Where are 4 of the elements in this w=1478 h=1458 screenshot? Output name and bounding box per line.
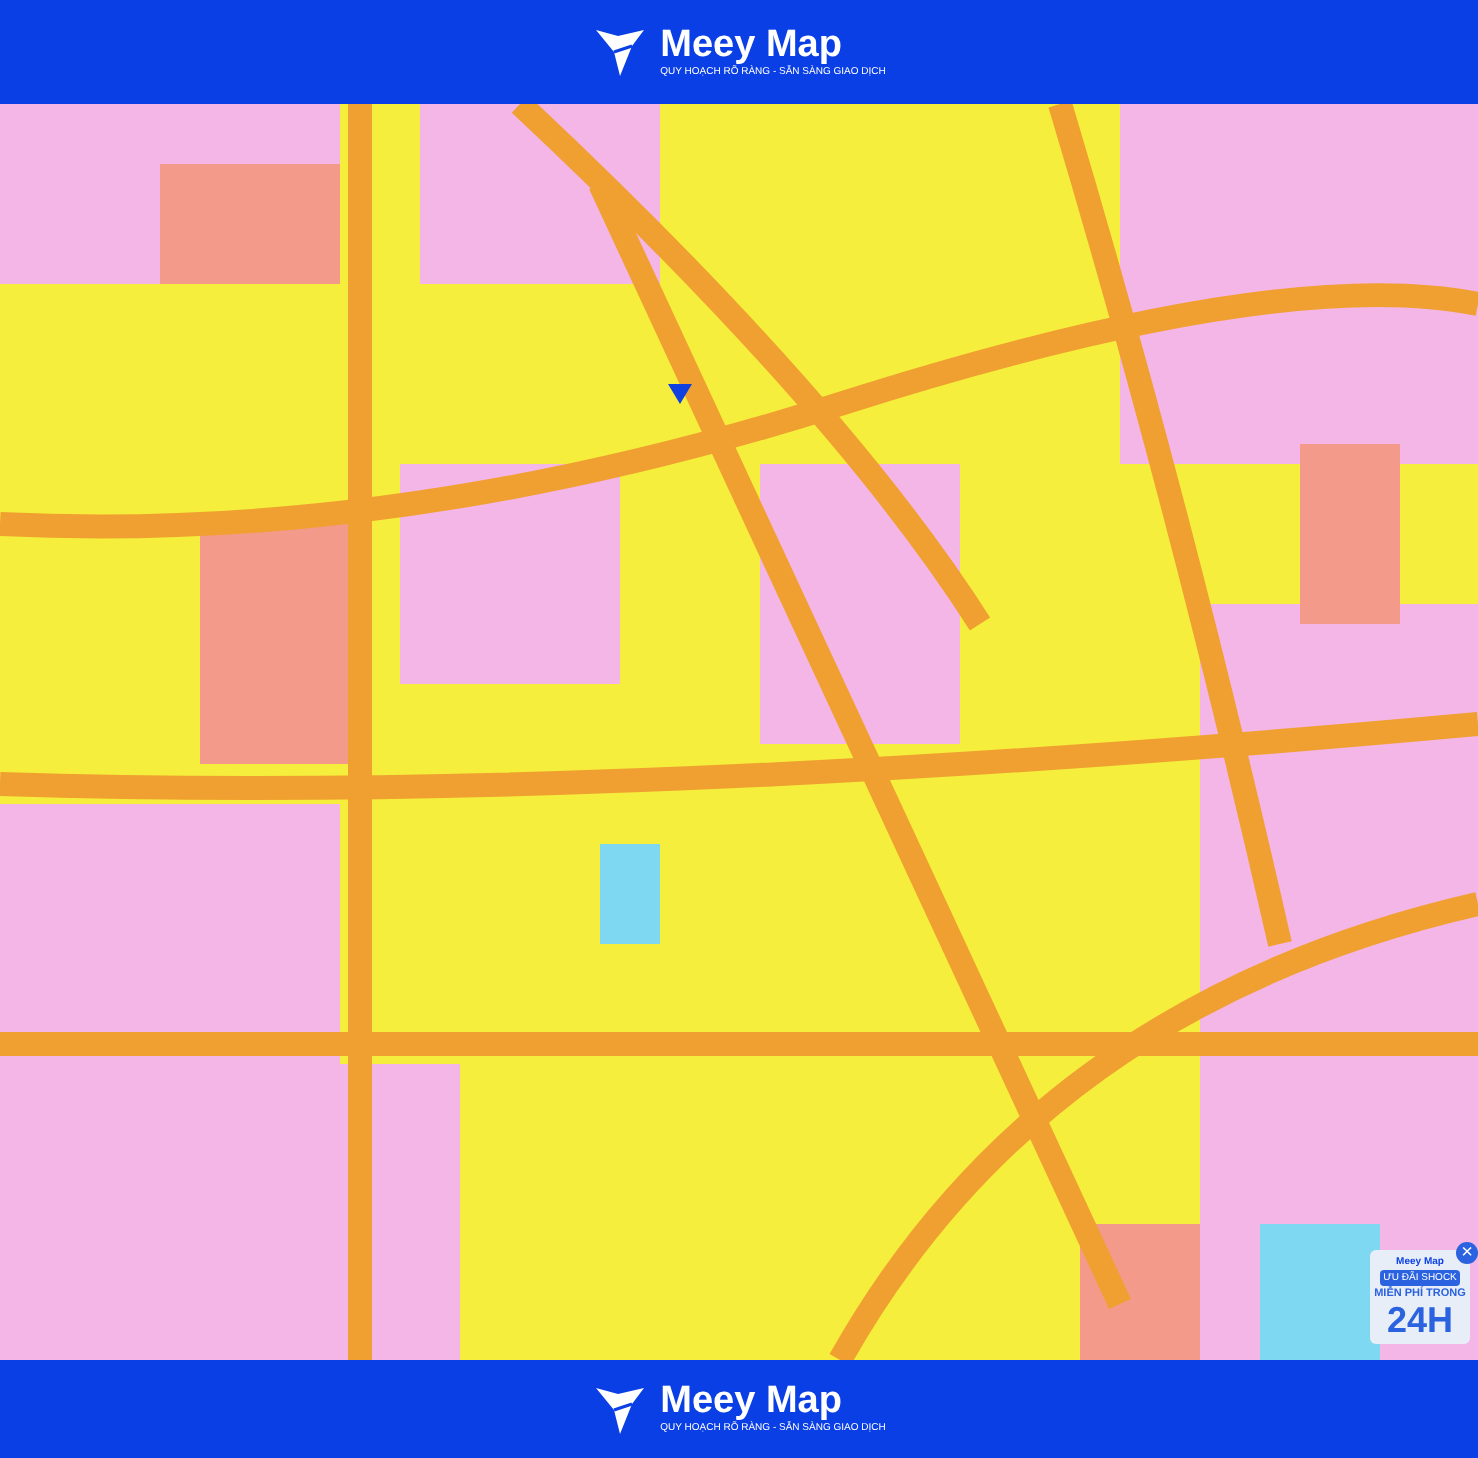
logo-icon xyxy=(592,24,649,80)
brand-name: Meey Map xyxy=(660,1382,842,1422)
brand-name: Meey Map xyxy=(660,25,842,65)
ad-big-text: 24H xyxy=(1386,1302,1454,1338)
